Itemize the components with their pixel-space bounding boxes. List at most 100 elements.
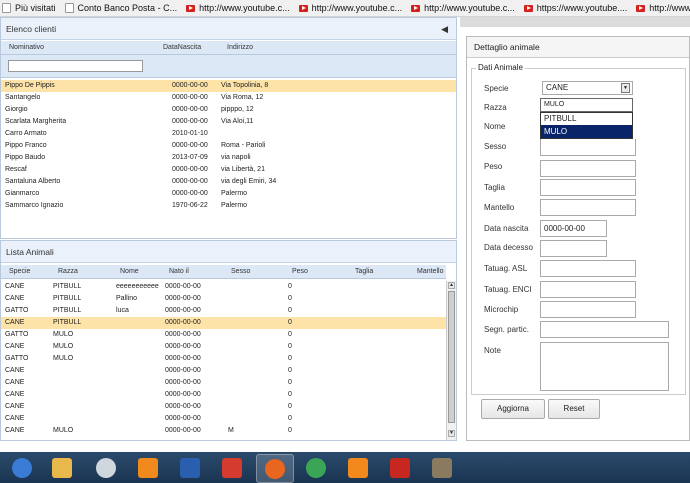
animal-row[interactable]: CANE PITBULL eeeeeeeeeee 0000-00-00 0 (1, 281, 446, 293)
client-date: 0000-00-00 (172, 82, 208, 89)
animal-row[interactable]: CANE PITBULL Pallino 0000-00-00 0 (1, 293, 446, 305)
media-player-icon[interactable] (130, 454, 166, 481)
animal-row[interactable]: GATTO MULO 0000-00-00 0 (1, 329, 446, 341)
label-data-decesso: Data decesso (484, 243, 533, 252)
client-address: via napoli (221, 154, 251, 161)
clients-panel: Elenco clienti ◀ Nominativo DataNascita … (0, 17, 457, 239)
bookmark-label: http://www.youtube.c... (199, 3, 290, 13)
col-indirizzo[interactable]: Indirizzo (227, 44, 253, 51)
bookmark-item[interactable]: Conto Banco Posta - C... (63, 3, 177, 13)
animal-row[interactable]: GATTO PITBULL luca 0000-00-00 0 (1, 305, 446, 317)
dropdown-arrow-icon[interactable]: ▼ (621, 83, 630, 93)
segn-partic-input[interactable] (540, 321, 669, 338)
animal-row[interactable]: CANE 0000-00-00 0 (1, 377, 446, 389)
animal-row[interactable]: CANE MULO 0000-00-00 0 (1, 341, 446, 353)
clients-table-body: Pippo De Pippis 0000-00-00 Via Topolinia, … (1, 80, 456, 212)
collapse-arrow-icon[interactable]: ◀ (441, 24, 448, 35)
taglia-input[interactable] (540, 179, 636, 196)
client-row[interactable]: Rescaf 0000-00-00 via Libertà, 21 (1, 164, 456, 176)
animal-nato: 0000-00-00 (165, 343, 201, 350)
animal-row[interactable]: CANE 0000-00-00 0 (1, 365, 446, 377)
razza-option-mulo[interactable]: MULO (541, 125, 632, 138)
client-row[interactable]: Santangelo 0000-00-00 Via Roma, 12 (1, 92, 456, 104)
col-razza[interactable]: Razza (58, 268, 78, 275)
scroll-thumb[interactable] (448, 291, 455, 423)
animal-specie: CANE (5, 403, 25, 410)
client-row[interactable]: Sammarco Ignazio 1970-06-22 Palermo (1, 200, 456, 212)
razza-option-pitbull[interactable]: PITBULL (541, 113, 632, 125)
col-taglia[interactable]: Taglia (355, 268, 373, 275)
razza-input[interactable]: MULO (540, 98, 633, 112)
animal-row[interactable]: GATTO MULO 0000-00-00 0 (1, 353, 446, 365)
animal-nato: 0000-00-00 (165, 307, 201, 314)
client-row[interactable]: Pippo Franco 0000-00-00 Roma - Parioli (1, 140, 456, 152)
animal-nato: 0000-00-00 (165, 391, 201, 398)
mantello-input[interactable] (540, 199, 636, 216)
col-peso[interactable]: Peso (292, 268, 308, 275)
bookmark-item[interactable]: http://www.youtube.c... (297, 3, 402, 13)
gimp-icon-glyph (432, 457, 452, 478)
note-textarea[interactable] (540, 342, 669, 391)
data-nascita-input[interactable]: 0000-00-00 (540, 220, 607, 237)
animals-panel-header: Lista Animali (1, 241, 456, 263)
client-row[interactable]: Carro Armato 2010-01-10 (1, 128, 456, 140)
client-row[interactable]: Gianmarco 0000-00-00 Palermo (1, 188, 456, 200)
tatuag-asl-input[interactable] (540, 260, 636, 277)
animals-panel: Lista Animali Specie Razza Nome Nato il … (0, 240, 457, 441)
data-decesso-input[interactable] (540, 240, 607, 257)
animal-specie: CANE (5, 415, 25, 422)
col-nominativo[interactable]: Nominativo (9, 44, 44, 51)
vlc-icon[interactable] (340, 454, 376, 481)
pin-icon[interactable] (214, 454, 250, 481)
scroll-down-icon[interactable]: ▼ (448, 430, 455, 437)
animal-nato: 0000-00-00 (165, 355, 201, 362)
aggiorna-button[interactable]: Aggiorna (481, 399, 545, 419)
bookmark-item[interactable]: http://www.youtube.c... (184, 3, 290, 13)
tatuag-enci-input[interactable] (540, 281, 636, 298)
animal-nato: 0000-00-00 (165, 367, 201, 374)
col-nato[interactable]: Nato il (169, 268, 189, 275)
peso-input[interactable] (540, 160, 636, 177)
animal-row[interactable]: CANE 0000-00-00 0 (1, 401, 446, 413)
specie-select[interactable]: CANE ▼ (542, 81, 633, 95)
animal-specie: CANE (5, 379, 25, 386)
client-row[interactable]: Santaluna Alberto 0000-00-00 via degli Emi… (1, 176, 456, 188)
bookmark-item[interactable]: http://www.youtube.c... (409, 3, 515, 13)
clients-panel-title: Elenco clienti (6, 23, 57, 34)
chrome-icon[interactable] (298, 454, 334, 481)
client-name: Carro Armato (5, 130, 47, 137)
scroll-up-icon[interactable]: ▲ (448, 282, 455, 289)
col-datanascita[interactable]: DataNascita (163, 44, 201, 51)
microchip-input[interactable] (540, 301, 636, 318)
col-sesso[interactable]: Sesso (231, 268, 250, 275)
explorer-icon[interactable] (44, 454, 80, 481)
reset-button[interactable]: Reset (548, 399, 600, 419)
app-circle-icon[interactable] (88, 454, 124, 481)
animal-row[interactable]: CANE 0000-00-00 0 (1, 413, 446, 425)
client-row[interactable]: Scarlata Margherita 0000-00-00 Via Aloi,11 (1, 116, 456, 128)
start-button-icon[interactable] (4, 454, 40, 481)
filezilla-icon[interactable] (382, 454, 418, 481)
bookmark-item[interactable]: http://www.yo (634, 3, 690, 13)
youtube-icon (523, 4, 533, 12)
animal-row[interactable]: CANE PITBULL 0000-00-00 0 (1, 317, 446, 329)
animal-razza: PITBULL (53, 319, 82, 326)
animal-specie: CANE (5, 391, 25, 398)
col-specie[interactable]: Specie (9, 268, 30, 275)
gimp-icon[interactable] (424, 454, 460, 481)
animal-row[interactable]: CANE MULO 0000-00-00 M 0 (1, 425, 446, 437)
client-row[interactable]: Giorgio 0000-00-00 pipppo, 12 (1, 104, 456, 116)
bookmark-item[interactable]: https://www.youtube.... (522, 3, 627, 13)
client-row[interactable]: Pippo De Pippis 0000-00-00 Via Topolinia, … (1, 80, 456, 92)
firefox-icon[interactable] (256, 454, 294, 483)
animal-row[interactable]: CANE 0000-00-00 0 (1, 389, 446, 401)
col-nome[interactable]: Nome (120, 268, 139, 275)
client-row[interactable]: Pippo Baudo 2013-07-09 via napoli (1, 152, 456, 164)
col-mantello[interactable]: Mantello (417, 268, 443, 275)
animals-scrollbar[interactable]: ▲ ▼ (446, 281, 456, 440)
bookmark-item[interactable]: Più visitati (0, 3, 56, 13)
name-filter-input[interactable] (8, 60, 143, 72)
nome-input[interactable] (540, 139, 636, 156)
label-tatuag-asl: Tatuag. ASL (484, 264, 528, 273)
user-icon[interactable] (172, 454, 208, 481)
